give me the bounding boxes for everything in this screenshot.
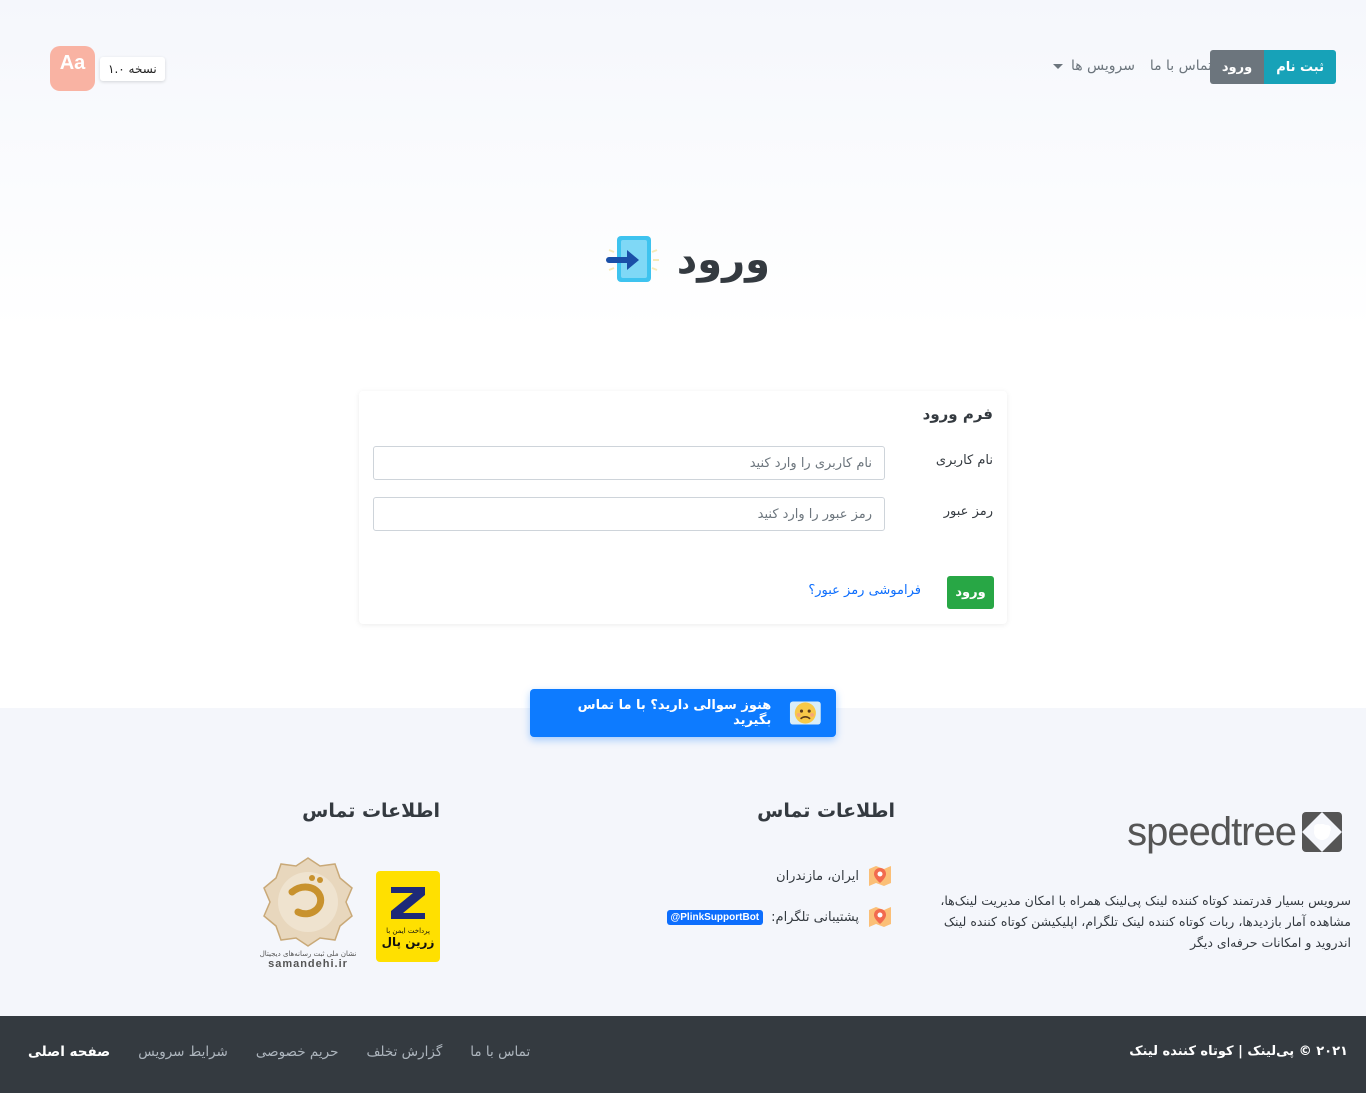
zarinpal-caption: پرداخت ایمن با: [386, 927, 430, 935]
brand-name: speedtree: [1127, 809, 1297, 854]
brand-emblem-icon: [1302, 812, 1342, 852]
brand-logo: speedtree: [1099, 808, 1344, 856]
password-label: رمز عبور: [943, 504, 993, 519]
samandehi-caption: نشان ملی ثبت رسانه‌های دیجیتال: [259, 950, 357, 958]
zarinpal-logo-icon: [385, 879, 431, 925]
page-title: ورود: [676, 237, 770, 283]
worried-face-icon: [790, 701, 822, 725]
zarinpal-badge[interactable]: پرداخت ایمن با زرین پال: [376, 871, 440, 962]
cta-label: هنوز سوالی دارید؟ با ما تماس بگیرید: [577, 698, 772, 728]
login-form-title: فرم ورود: [922, 405, 993, 423]
zarinpal-name: زرین پال: [381, 935, 435, 949]
copyright-text: ۲۰۲۱ © پی‌لینک | کوتاه کننده لینک: [1129, 1044, 1348, 1059]
login-arrow-icon: [605, 236, 659, 282]
footer-link-contact[interactable]: تماس با ما: [470, 1044, 530, 1060]
telegram-support-label: پشتیبانی تلگرام:: [771, 909, 859, 925]
page-heading: ورود: [600, 228, 770, 292]
map-pin-icon: [869, 907, 891, 927]
version-badge: نسخه ۱.۰: [100, 57, 165, 81]
footer-background: [0, 708, 1366, 1016]
register-button[interactable]: ثبت نام: [1264, 50, 1336, 84]
contact-us-cta-button[interactable]: هنوز سوالی دارید؟ با ما تماس بگیرید: [530, 689, 836, 737]
auth-button-group: ثبت نام ورود: [1209, 50, 1336, 84]
footer-link-report[interactable]: گزارش تخلف: [366, 1044, 442, 1060]
location-row: ایران، مازندران: [776, 863, 893, 889]
bottom-bar: ۲۰۲۱ © پی‌لینک | کوتاه کننده لینک صفحه ا…: [0, 1016, 1366, 1093]
footer-link-terms[interactable]: شرایط سرویس: [138, 1044, 228, 1060]
samandehi-badge[interactable]: نشان ملی ثبت رسانه‌های دیجیتال samandehi…: [258, 856, 358, 978]
password-input[interactable]: [373, 497, 885, 531]
footer-nav: صفحه اصلی شرایط سرویس حریم خصوصی گزارش ت…: [28, 1044, 530, 1060]
forgot-password-link[interactable]: فراموشی رمز عبور؟: [808, 583, 921, 598]
font-size-toggle-button[interactable]: Aa: [50, 46, 95, 91]
nav-services-label: سرویس ها: [1070, 58, 1135, 74]
nav-contact-link[interactable]: تماس با ما: [1150, 58, 1212, 74]
telegram-bot-link[interactable]: @PlinkSupportBot: [666, 909, 764, 925]
footer-link-privacy[interactable]: حریم خصوصی: [256, 1044, 339, 1060]
contact-info-heading: اطلاعات تماس: [757, 800, 895, 822]
login-submit-button[interactable]: ورود: [947, 576, 994, 609]
samandehi-seal-icon: [263, 857, 353, 947]
location-text: ایران، مازندران: [776, 868, 859, 884]
nav-services-dropdown[interactable]: سرویس ها: [1052, 58, 1135, 74]
chevron-down-icon: [1052, 63, 1063, 69]
username-input[interactable]: [373, 446, 885, 480]
brand-description: سرویس بسیار قدرتمند کوتاه کننده لینک پی‌…: [940, 893, 1351, 950]
username-label: نام کاربری: [935, 453, 993, 468]
login-nav-button[interactable]: ورود: [1209, 50, 1265, 84]
telegram-support-row: پشتیبانی تلگرام: @PlinkSupportBot: [666, 904, 894, 930]
footer-link-home[interactable]: صفحه اصلی: [28, 1044, 110, 1060]
trust-badges-heading: اطلاعات تماس: [302, 800, 440, 822]
samandehi-url: samandehi.ir: [268, 958, 348, 970]
map-pin-icon: [869, 866, 891, 886]
login-card: فرم ورود نام کاربری رمز عبور ورود فراموش…: [359, 391, 1007, 624]
